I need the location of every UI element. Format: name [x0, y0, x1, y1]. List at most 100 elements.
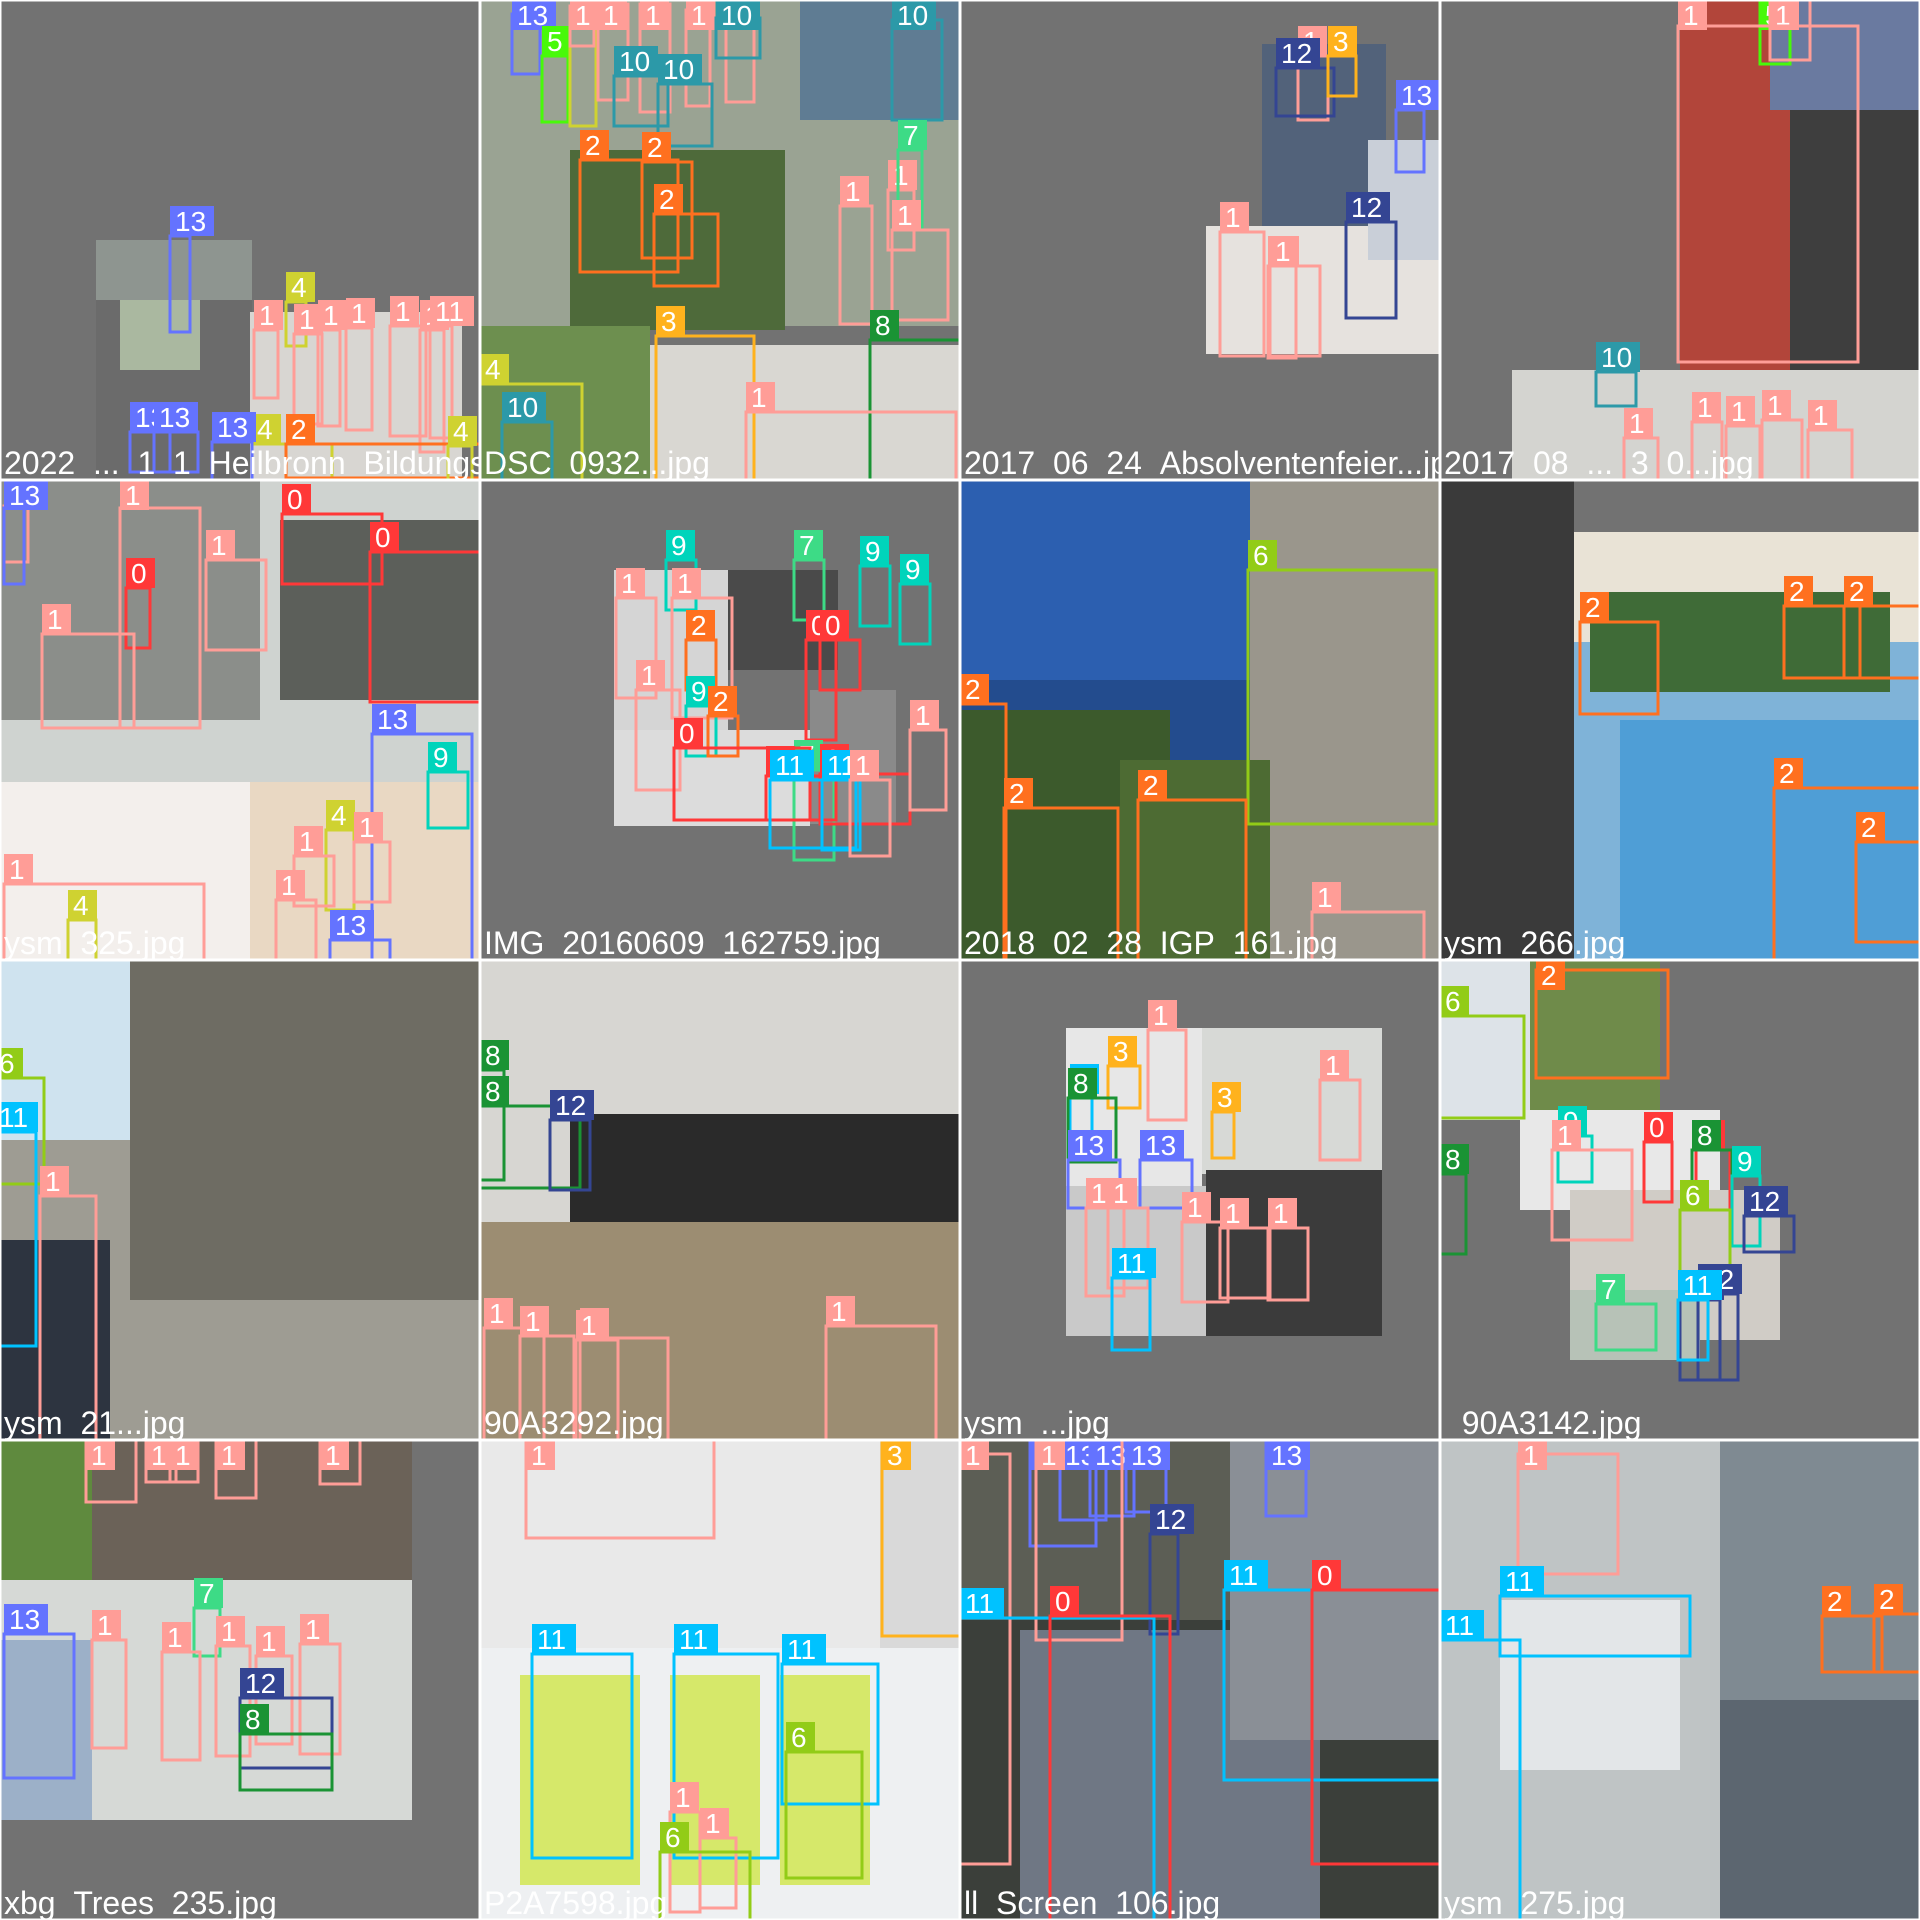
photo-region — [1206, 1170, 1382, 1336]
photo-region — [120, 300, 200, 370]
class-label: 1 — [915, 700, 931, 731]
mosaic-tile: 9799112001927000111111IMG_20160609_16275… — [479, 479, 961, 961]
class-label: 1 — [97, 1610, 113, 1641]
class-label: 1 — [1731, 396, 1747, 427]
class-label: 8 — [485, 1076, 501, 1107]
mosaic-tile: 51110111112017_08_..._3_0...jpg — [1439, 0, 1920, 481]
class-label: 6 — [0, 1048, 15, 1079]
class-label: 11 — [1683, 1270, 1712, 1301]
class-label: 1 — [1813, 400, 1829, 431]
class-label: 4 — [73, 890, 89, 921]
class-label: 1 — [1557, 1120, 1573, 1151]
class-label: 1 — [45, 1166, 61, 1197]
class-label: 4 — [453, 416, 469, 447]
class-label: 3 — [887, 1440, 903, 1471]
class-label: 1 — [351, 298, 367, 329]
class-label: 11 — [1505, 1566, 1534, 1597]
class-label: 1 — [211, 530, 227, 561]
class-label: 13 — [217, 412, 248, 443]
class-label: 1 — [581, 1310, 597, 1341]
photo-region — [92, 1440, 412, 1580]
class-label: 0 — [1317, 1560, 1333, 1591]
class-label: 1 — [705, 1808, 721, 1839]
class-label: 7 — [1601, 1274, 1617, 1305]
class-label: 4 — [291, 272, 307, 303]
tile-filename: ysm_325.jpg — [4, 925, 185, 961]
photo-region — [130, 960, 480, 1300]
class-label: 2 — [1541, 960, 1557, 991]
class-label: 13 — [1271, 1440, 1302, 1471]
tile-filename: 2017_06_24_Absolventenfeier...jpg — [964, 445, 1466, 481]
photo-region — [0, 480, 260, 720]
class-label: 1 — [1629, 408, 1645, 439]
class-label: 1 — [259, 300, 275, 331]
photo-region — [520, 1675, 640, 1885]
tile-filename: ll_Screen_106.jpg — [964, 1885, 1220, 1920]
class-label: 0 — [825, 610, 841, 641]
class-label: 13 — [335, 910, 366, 941]
mosaic-tile: 2 2 2 2 2 ysm_266.jpg — [1439, 479, 1920, 961]
class-label: 4 — [257, 414, 273, 445]
class-label: 6 — [665, 1822, 681, 1853]
class-label: 2 — [1009, 778, 1025, 809]
tile-filename: ysm_275.jpg — [1444, 1885, 1625, 1920]
mosaic-tile: 1123131111212017_06_24_Absolventenfeier.… — [959, 0, 1466, 481]
mosaic-tile: 1 1 1 1 11371 1 1 11128xbg_Trees_235.jpg — [0, 1439, 481, 1920]
class-label: 1 — [395, 296, 411, 327]
photo-region — [570, 1114, 960, 1222]
mosaic-tile: 11381313131111111ysm_...jpg — [959, 959, 1441, 1441]
class-label: 2 — [291, 414, 307, 445]
photo-region — [960, 480, 1250, 680]
photo-region — [96, 240, 252, 300]
class-label: 5 — [547, 26, 563, 57]
class-label: 2 — [1789, 576, 1805, 607]
class-label: 8 — [245, 1704, 261, 1735]
class-label: 1 — [677, 568, 693, 599]
class-label: 7 — [799, 530, 815, 561]
class-label: 8 — [1445, 1144, 1461, 1175]
tile-filename: IMG_20160609_162759.jpg — [484, 925, 881, 961]
class-label: 0 — [375, 522, 391, 553]
class-label: 2 — [1779, 758, 1795, 789]
class-label: 2 — [1827, 1586, 1843, 1617]
class-label: 12 — [245, 1668, 276, 1699]
class-label: 1 — [1273, 1198, 1289, 1229]
class-label: 9 — [691, 676, 707, 707]
class-label: 7 — [199, 1578, 215, 1609]
class-label: 1 — [359, 812, 375, 843]
photo-region — [880, 1440, 960, 1648]
class-label: 1 — [751, 382, 767, 413]
class-label: 1 — [1187, 1192, 1203, 1223]
class-label: 9 — [1737, 1146, 1753, 1177]
class-label: 1 — [261, 1626, 277, 1657]
class-label: 2 — [1585, 592, 1601, 623]
class-label: 1 — [221, 1616, 237, 1647]
class-label: 1 — [1113, 1178, 1129, 1209]
class-label: 0 — [131, 558, 147, 589]
class-label: 1 — [47, 604, 63, 635]
class-label: 11 — [0, 1102, 28, 1133]
class-label: 1 — [1697, 392, 1713, 423]
class-label: 1 — [1767, 390, 1783, 421]
mosaic-tile: 11310010113941111413ysm_325.jpg — [0, 479, 481, 961]
mosaic-tile: 6291008986127121211_90A3142.jpg — [1439, 959, 1920, 1441]
class-label: 3 — [1333, 26, 1349, 57]
tile-filename: _90A3142.jpg — [1443, 1405, 1642, 1441]
class-label: 0 — [1649, 1112, 1665, 1143]
class-label: 1 — [9, 854, 25, 885]
class-label: 1 — [325, 1440, 341, 1471]
class-label: 13 — [1401, 80, 1432, 111]
mosaic-tile: 11313131313112110110ll_Screen_106.jpg — [959, 1439, 1441, 1920]
class-label: 8 — [1073, 1068, 1089, 1099]
photo-region — [1250, 480, 1440, 960]
class-label: 1 — [525, 1306, 541, 1337]
class-label: 1 — [1041, 1440, 1057, 1471]
tile-filename: 2017_08_..._3_0...jpg — [1444, 445, 1754, 481]
class-label: 2 — [713, 686, 729, 717]
class-label: 1 — [1683, 0, 1699, 31]
mosaic-tile: 6111ysm_21...jpg — [0, 959, 481, 1441]
tile-filename: P2A7598.jpg — [484, 1885, 667, 1920]
class-label: 11 — [1229, 1560, 1258, 1591]
mosaic-tile: 88121111190A3292.jpg — [479, 959, 961, 1441]
tile-filename: ysm_...jpg — [964, 1405, 1110, 1441]
